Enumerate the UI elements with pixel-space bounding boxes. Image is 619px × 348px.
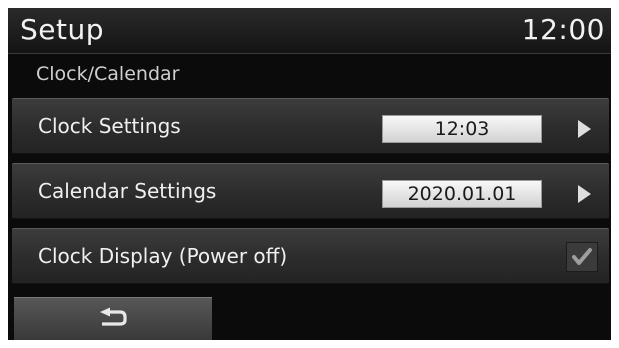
header-clock: 12:00 xyxy=(521,13,605,46)
chevron-right-icon xyxy=(578,120,591,138)
setup-screen: Setup 12:00 Clock/Calendar Clock Setting… xyxy=(8,8,611,340)
calendar-settings-value: 2020.01.01 xyxy=(382,180,542,208)
checkmark-icon[interactable] xyxy=(566,242,598,272)
clock-settings-value: 12:03 xyxy=(382,115,542,143)
header-bar: Setup 12:00 xyxy=(8,8,611,54)
back-arrow-icon xyxy=(100,307,127,326)
calendar-settings-row[interactable]: Calendar Settings 2020.01.01 xyxy=(12,163,609,219)
chevron-right-icon xyxy=(578,185,591,203)
clock-settings-row[interactable]: Clock Settings 12:03 xyxy=(12,98,609,154)
clock-settings-label: Clock Settings xyxy=(38,114,181,138)
clock-display-row[interactable]: Clock Display (Power off) xyxy=(12,228,609,284)
calendar-settings-label: Calendar Settings xyxy=(38,179,217,203)
screen-title: Setup xyxy=(20,13,104,46)
back-button[interactable] xyxy=(14,297,212,340)
clock-display-label: Clock Display (Power off) xyxy=(38,244,288,268)
section-title: Clock/Calendar xyxy=(36,63,180,85)
